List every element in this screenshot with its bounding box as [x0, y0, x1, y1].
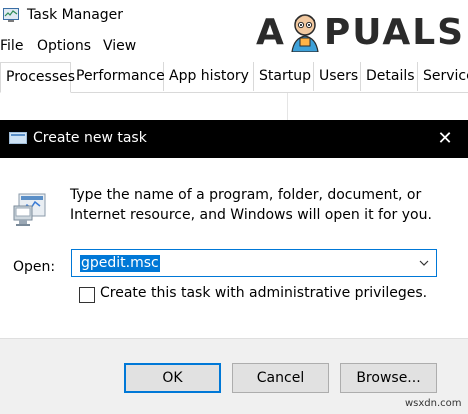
open-label: Open: [13, 259, 56, 275]
admin-privileges-checkbox[interactable] [79, 287, 95, 303]
processes-list-header [0, 93, 468, 123]
menu-file[interactable]: File [0, 38, 23, 54]
tab-app-history[interactable]: App history [164, 62, 254, 91]
open-input[interactable]: gpedit.msc [80, 255, 160, 272]
tab-services[interactable]: Service [418, 62, 468, 91]
run-dialog-icon [9, 132, 27, 144]
tab-users[interactable]: Users [314, 62, 361, 91]
ok-button[interactable]: OK [124, 363, 221, 393]
browse-button[interactable]: Browse... [340, 363, 437, 393]
task-manager-title: Task Manager [27, 7, 124, 23]
description-line-2: Internet resource, and Windows will open… [70, 207, 432, 223]
task-manager-icon [3, 8, 19, 22]
menu-view[interactable]: View [103, 38, 136, 54]
dialog-footer: OK Cancel Browse... [0, 338, 468, 414]
open-combobox[interactable]: gpedit.msc [71, 249, 437, 277]
cancel-button[interactable]: Cancel [232, 363, 329, 393]
dialog-body: Type the name of a program, folder, docu… [0, 158, 468, 338]
description-line-1: Type the name of a program, folder, docu… [70, 187, 422, 203]
tab-details[interactable]: Details [361, 62, 418, 91]
menu-options[interactable]: Options [37, 38, 91, 54]
dialog-description: Type the name of a program, folder, docu… [70, 185, 450, 225]
admin-privileges-label[interactable]: Create this task with administrative pri… [100, 285, 427, 301]
dialog-titlebar[interactable]: Create new task ✕ [0, 120, 468, 158]
appuals-logo: A PUALS [256, 12, 466, 53]
column-divider [287, 93, 288, 121]
task-manager-tabs: Processes Performance App history Startu… [0, 62, 468, 93]
run-program-icon [13, 193, 46, 226]
tab-startup[interactable]: Startup [254, 62, 314, 91]
chevron-down-icon[interactable] [418, 257, 430, 269]
watermark-text: wsxdn.com [405, 398, 462, 409]
create-new-task-dialog: Create new task ✕ Type the name of a pro… [0, 120, 468, 414]
tab-processes[interactable]: Processes [0, 62, 75, 93]
close-icon[interactable]: ✕ [431, 125, 459, 153]
dialog-title: Create new task [33, 130, 147, 146]
appuals-mascot-icon [291, 14, 319, 52]
tab-performance[interactable]: Performance [71, 62, 165, 91]
